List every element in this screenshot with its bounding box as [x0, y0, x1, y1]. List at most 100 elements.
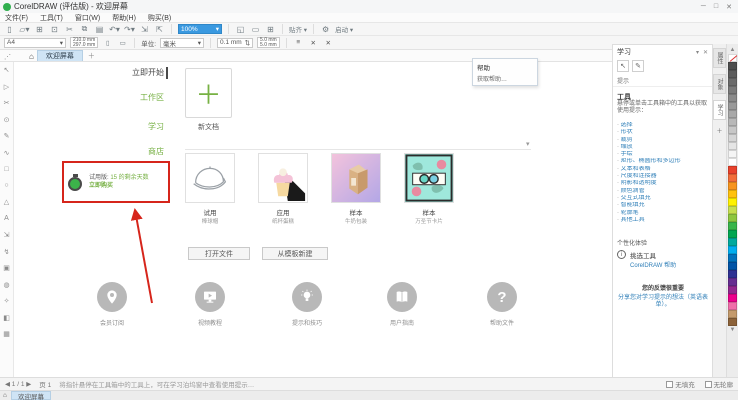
palette-swatch[interactable] — [728, 166, 737, 174]
palette-swatch[interactable] — [728, 94, 737, 102]
duplicate-distance-spinner[interactable]: 5.0 mm 5.0 mm — [257, 37, 280, 48]
menu-buy[interactable]: 购买(B) — [148, 13, 171, 23]
resource-item[interactable]: 会员订阅 — [82, 282, 142, 327]
docker-close-icon[interactable]: ✕ — [703, 49, 708, 56]
nav-store[interactable]: 商店 — [148, 146, 164, 157]
menu-file[interactable]: 文件(F) — [5, 13, 28, 23]
connector-tool[interactable]: ↯ — [2, 247, 12, 257]
pick-tool[interactable]: ↖ — [2, 65, 12, 75]
color-eyedropper-tool[interactable]: ✧ — [2, 296, 12, 306]
palette-swatch[interactable] — [728, 318, 737, 326]
palette-swatch[interactable] — [728, 102, 737, 110]
no-color-swatch[interactable] — [728, 54, 737, 62]
palette-swatch[interactable] — [728, 126, 737, 134]
home-icon[interactable]: ⌂ — [29, 52, 34, 61]
palette-swatch[interactable] — [728, 270, 737, 278]
interactive-fill-tool[interactable]: ◧ — [2, 313, 12, 323]
ellipse-tool[interactable]: ○ — [2, 181, 12, 191]
palette-swatch[interactable] — [728, 118, 737, 126]
user-guide-book-icon[interactable] — [387, 282, 417, 312]
paste-icon[interactable]: ▤ — [94, 24, 105, 35]
resource-item[interactable]: ?帮助文件 — [472, 282, 532, 327]
page-dimensions-spinner[interactable]: 210.0 mm 297.0 mm — [70, 37, 98, 48]
tool-hint-link[interactable]: 手绘 — [617, 151, 711, 158]
tool-hint-link[interactable]: 矩形、椭圆形和多边形 — [617, 158, 711, 165]
shape-tool-hint-icon[interactable]: ✎ — [632, 60, 644, 72]
minimize-button[interactable]: ─ — [701, 3, 706, 11]
template-card[interactable]: 试用 棒球帽 — [185, 153, 235, 225]
tool-hint-link[interactable]: 尺度和连接器 — [617, 173, 711, 180]
resource-item[interactable]: 视频教程 — [180, 282, 240, 327]
show-grid-icon[interactable]: ⊞ — [265, 24, 276, 35]
palette-swatch[interactable] — [728, 198, 737, 206]
buy-now-link[interactable]: 立即购买 — [89, 183, 113, 189]
drop-shadow-tool[interactable]: ▣ — [2, 263, 12, 273]
shape-tool[interactable]: ▷ — [2, 82, 12, 92]
nav-get-started[interactable]: 立即开始 — [132, 67, 164, 78]
lightbulb-icon[interactable] — [292, 282, 322, 312]
undo-icon[interactable]: ↶▾ — [109, 24, 120, 35]
template-card[interactable]: 样本 万圣节卡片 — [404, 153, 454, 225]
palette-swatch[interactable] — [728, 246, 737, 254]
snap-off-icon-2[interactable]: ✕ — [323, 37, 334, 48]
palette-swatch[interactable] — [728, 78, 737, 86]
tool-hint-link[interactable]: 形状 — [617, 129, 711, 136]
import-icon[interactable]: ⇲ — [139, 24, 150, 35]
palette-swatch[interactable] — [728, 294, 737, 302]
docker-tab-learn[interactable]: 学习 — [713, 100, 726, 120]
tool-hint-link[interactable]: 缩放 — [617, 144, 711, 151]
resource-item[interactable]: 用户指南 — [372, 282, 432, 327]
snap-to-dropdown[interactable]: 贴齐 ▾ — [289, 24, 307, 34]
docker-tab-properties[interactable]: 属性 — [713, 48, 726, 68]
mesh-fill-tool[interactable]: ▦ — [2, 329, 12, 339]
palette-swatch[interactable] — [728, 262, 737, 270]
nudge-distance-spinner[interactable]: 0.1 mm⇅ — [217, 38, 253, 48]
text-tool[interactable]: A — [2, 214, 12, 224]
print-icon[interactable]: ⊡ — [49, 24, 60, 35]
docker-collapse-icon[interactable]: ▾ — [696, 49, 699, 56]
template-thumbnail-cap[interactable] — [185, 153, 235, 203]
units-combo[interactable]: 毫米▾ — [160, 38, 204, 48]
options-gear-icon[interactable]: ⚙ — [320, 24, 331, 35]
launch-dropdown[interactable]: 启动 ▾ — [335, 24, 353, 34]
menu-window[interactable]: 窗口(W) — [75, 13, 100, 23]
palette-swatch[interactable] — [728, 142, 737, 150]
palette-swatch[interactable] — [728, 70, 737, 78]
open-icon[interactable]: ▱▾ — [19, 24, 30, 35]
tool-hint-link[interactable]: 阴影和透明度 — [617, 180, 711, 187]
palette-swatch[interactable] — [728, 182, 737, 190]
palette-swatch[interactable] — [728, 230, 737, 238]
tool-hint-link[interactable]: 选择 — [617, 122, 711, 129]
nav-learn[interactable]: 学习 — [148, 121, 164, 132]
nav-workspace[interactable]: 工作区 — [140, 92, 164, 103]
rectangle-tool[interactable]: □ — [2, 164, 12, 174]
template-thumbnail-glasses[interactable] — [404, 153, 454, 203]
landscape-button[interactable]: ▭ — [117, 37, 128, 48]
menu-help[interactable]: 帮助(H) — [112, 13, 136, 23]
palette-swatch[interactable] — [728, 174, 737, 182]
pick-tool-hint-icon[interactable]: ↖ — [617, 60, 629, 72]
tool-hint-link[interactable]: 其他工具 — [617, 217, 711, 224]
template-card[interactable]: 样本 牛奶包装 — [331, 153, 381, 225]
snap-off-icon-1[interactable]: ✕ — [308, 37, 319, 48]
tool-hint-link[interactable]: 颜色滴管 — [617, 188, 711, 195]
template-thumbnail-carton[interactable] — [331, 153, 381, 203]
zoom-level-combo[interactable]: 100%▾ — [178, 24, 222, 34]
palette-swatch[interactable] — [728, 278, 737, 286]
freehand-tool[interactable]: ✎ — [2, 131, 12, 141]
close-button[interactable]: ✕ — [726, 3, 732, 11]
tool-hint-link[interactable]: 交互式填充 — [617, 195, 711, 202]
crop-tool[interactable]: ✂ — [2, 98, 12, 108]
cut-icon[interactable]: ✂ — [64, 24, 75, 35]
add-docker-button[interactable]: ＋ — [716, 126, 722, 135]
palette-swatch[interactable] — [728, 206, 737, 214]
palette-swatch[interactable] — [728, 310, 737, 318]
coreldraw-help-link[interactable]: CorelDRAW 帮助 — [630, 263, 676, 269]
transparency-tool[interactable]: ◍ — [2, 280, 12, 290]
zoom-tool[interactable]: ⊙ — [2, 115, 12, 125]
new-document-icon[interactable]: ▯ — [4, 24, 15, 35]
palette-swatch[interactable] — [728, 150, 737, 158]
template-thumbnail-cupcake[interactable] — [258, 153, 308, 203]
new-tab-button[interactable]: ＋ — [88, 51, 95, 61]
palette-swatch[interactable] — [728, 238, 737, 246]
